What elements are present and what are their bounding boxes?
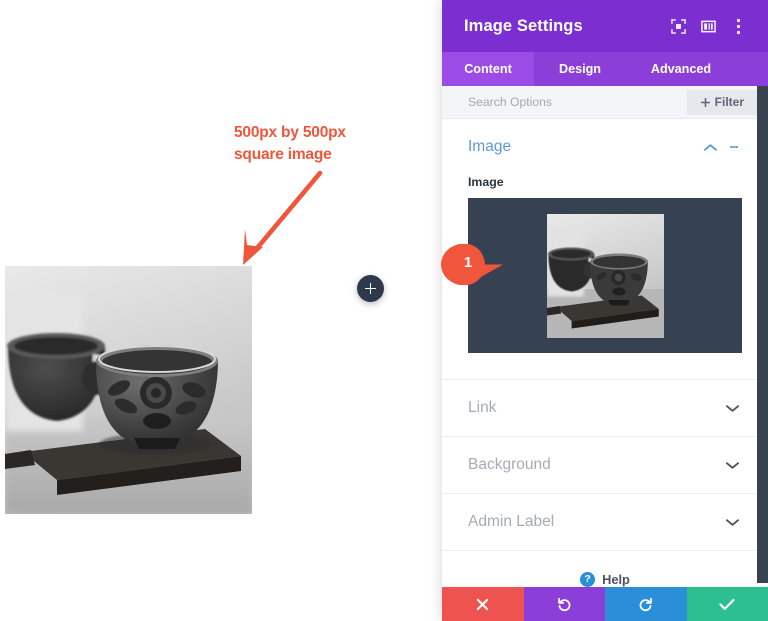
callout-marker-1: 1 [439, 243, 505, 286]
tab-content[interactable]: Content [442, 52, 534, 86]
redo-button[interactable] [605, 587, 687, 621]
image-upload-preview[interactable] [468, 198, 742, 353]
page-canvas: 500px by 500px square image [0, 0, 442, 621]
chevron-up-icon[interactable] [700, 143, 720, 152]
panel-scrollbar[interactable] [757, 86, 768, 583]
panel-body: Image Image Link Background Admin Label … [442, 119, 768, 587]
save-button[interactable] [686, 587, 768, 621]
section-image-title: Image [468, 138, 512, 155]
annotation-line-2: square image [234, 146, 332, 163]
section-admin-label-header[interactable]: Admin Label [468, 494, 742, 550]
redo-arrow-icon [639, 597, 653, 611]
panel-tabs: Content Design Advanced [442, 52, 768, 86]
panel-title: Image Settings [464, 16, 583, 35]
section-background-header[interactable]: Background [468, 437, 742, 493]
callout-number: 1 [463, 254, 473, 271]
section-image-header[interactable]: Image [468, 119, 742, 175]
section-admin-label: Admin Label [442, 494, 768, 551]
section-link-header[interactable]: Link [468, 380, 742, 436]
section-image-menu-icon[interactable] [726, 144, 742, 149]
panel-footer-actions [442, 587, 768, 621]
chevron-down-icon[interactable] [722, 461, 742, 470]
image-module-photo[interactable] [5, 266, 252, 514]
check-icon [719, 598, 735, 610]
section-admin-label-title: Admin Label [468, 513, 555, 530]
filter-button[interactable]: Filter [686, 89, 758, 115]
section-background: Background [442, 437, 768, 494]
section-link: Link [442, 380, 768, 437]
search-options-row: Filter [442, 86, 768, 119]
chevron-down-icon[interactable] [722, 518, 742, 527]
tab-advanced[interactable]: Advanced [626, 52, 736, 86]
search-input[interactable] [468, 95, 687, 109]
image-thumbnail [546, 213, 664, 338]
focus-expand-icon[interactable] [665, 13, 691, 39]
plus-icon-vertical [369, 283, 372, 294]
annotation-callout-text: 500px by 500px square image [234, 122, 424, 166]
plus-icon [700, 97, 710, 107]
section-background-title: Background [468, 456, 551, 473]
cancel-button[interactable] [442, 587, 524, 621]
down-left-arrow-icon [243, 170, 323, 265]
add-module-button[interactable] [357, 275, 384, 302]
tab-design[interactable]: Design [534, 52, 626, 86]
annotation-line-1: 500px by 500px [234, 124, 346, 141]
panel-header: Image Settings [442, 0, 768, 52]
help-row[interactable]: ? Help [442, 551, 768, 587]
split-layout-icon[interactable] [695, 13, 721, 39]
undo-arrow-icon [557, 597, 571, 611]
undo-button[interactable] [523, 587, 605, 621]
teacups-thumbnail [546, 213, 664, 338]
section-link-title: Link [468, 399, 497, 416]
image-field-label: Image [468, 175, 504, 189]
question-mark-icon: ? [580, 571, 596, 587]
help-label: Help [602, 571, 630, 587]
image-settings-panel: Image Settings Content Design Advanced S… [442, 0, 768, 621]
teacups-photo [5, 266, 252, 514]
close-x-icon [477, 598, 489, 610]
kebab-menu-icon[interactable] [725, 13, 751, 39]
filter-button-label: Filter [714, 95, 744, 109]
chevron-down-icon[interactable] [722, 404, 742, 413]
